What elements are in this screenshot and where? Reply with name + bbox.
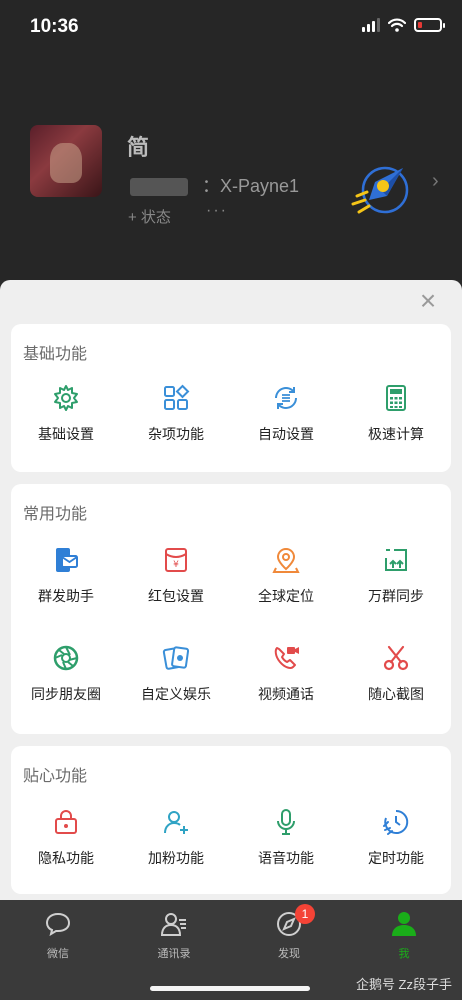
tab-label: 微信 bbox=[47, 948, 69, 960]
feature-timer[interactable]: 定时功能 bbox=[341, 796, 451, 894]
feature-label: 基础设置 bbox=[38, 426, 94, 442]
feature-label: 杂项功能 bbox=[148, 426, 204, 442]
scissors-icon bbox=[383, 645, 409, 671]
map-pin-icon bbox=[272, 547, 300, 573]
feature-red-packet[interactable]: ¥ 红包设置 bbox=[121, 534, 231, 632]
home-indicator[interactable] bbox=[150, 986, 310, 991]
feature-label: 自定义娱乐 bbox=[141, 686, 211, 702]
status-time: 10:36 bbox=[30, 16, 79, 37]
sync-upload-icon bbox=[385, 549, 407, 571]
feature-label: 定时功能 bbox=[368, 850, 424, 866]
signal-icon bbox=[362, 18, 380, 32]
feature-mass-send[interactable]: 群发助手 bbox=[11, 534, 121, 632]
feature-screenshot[interactable]: 随心截图 bbox=[341, 632, 451, 730]
feature-custom-entertainment[interactable]: 自定义娱乐 bbox=[121, 632, 231, 730]
status-button[interactable]: + 状态 bbox=[128, 206, 171, 227]
feature-label: 红包设置 bbox=[148, 588, 204, 604]
tab-label: 发现 bbox=[278, 948, 300, 960]
feature-label: 隐私功能 bbox=[38, 850, 94, 866]
avatar[interactable] bbox=[30, 125, 102, 197]
feature-auto-settings[interactable]: 自动设置 bbox=[231, 372, 341, 470]
contacts-icon bbox=[160, 913, 186, 936]
feature-video-call[interactable]: 视频通话 bbox=[231, 632, 341, 730]
section-title: 基础功能 bbox=[23, 346, 88, 363]
battery-icon bbox=[414, 18, 445, 32]
feature-calculator[interactable]: 极速计算 bbox=[341, 372, 451, 470]
feature-label: 全球定位 bbox=[258, 588, 314, 604]
feature-misc[interactable]: 杂项功能 bbox=[121, 372, 231, 470]
status-bar: 10:36 bbox=[0, 0, 462, 54]
aperture-icon bbox=[53, 645, 79, 671]
profile-background: 10:36 简 ：X-Payne1 + 状态 ··· › bbox=[0, 0, 462, 280]
watermark: 企鹅号 Zz段子手 bbox=[355, 977, 452, 992]
feature-privacy[interactable]: 隐私功能 bbox=[11, 796, 121, 894]
feature-label: 自动设置 bbox=[258, 426, 314, 442]
chevron-right-icon[interactable]: › bbox=[432, 170, 439, 193]
section-title: 常用功能 bbox=[23, 506, 88, 523]
microphone-icon bbox=[277, 809, 295, 835]
id-redaction bbox=[130, 178, 188, 196]
feature-label: 加粉功能 bbox=[148, 850, 204, 866]
lock-icon bbox=[55, 810, 77, 834]
feature-label: 群发助手 bbox=[38, 588, 94, 604]
chat-icon bbox=[45, 912, 71, 937]
wifi-icon bbox=[388, 18, 406, 32]
feature-label: 万群同步 bbox=[368, 588, 424, 604]
tab-wechat[interactable]: 微信 bbox=[18, 910, 98, 961]
feature-label: 语音功能 bbox=[258, 850, 314, 866]
gear-icon bbox=[54, 385, 78, 411]
feature-group-sync[interactable]: 万群同步 bbox=[341, 534, 451, 632]
feature-label: 极速计算 bbox=[368, 426, 424, 442]
status-icons bbox=[362, 18, 445, 32]
feature-label: 同步朋友圈 bbox=[31, 686, 101, 702]
feature-add-fans[interactable]: 加粉功能 bbox=[121, 796, 231, 894]
cards-icon bbox=[162, 646, 190, 670]
profile-name: 简 bbox=[127, 135, 150, 160]
more-icon[interactable]: ··· bbox=[206, 202, 228, 220]
section-title: 贴心功能 bbox=[23, 768, 88, 785]
close-icon[interactable]: × bbox=[414, 287, 442, 316]
section-basic: 基础功能 基础设置 杂项功能 自动设置 极速计算 bbox=[11, 324, 451, 472]
rocket-icon[interactable] bbox=[345, 160, 413, 228]
tab-label: 我 bbox=[398, 948, 410, 960]
tab-me[interactable]: 我 bbox=[364, 910, 444, 961]
feature-voice[interactable]: 语音功能 bbox=[231, 796, 341, 894]
tab-contacts[interactable]: 通讯录 bbox=[134, 910, 214, 961]
calculator-icon bbox=[386, 385, 406, 411]
tab-label: 通讯录 bbox=[157, 948, 191, 960]
svg-text:¥: ¥ bbox=[173, 560, 179, 570]
feature-sheet: × 基础功能 基础设置 杂项功能 自动设置 极速计算 常用功能 群发助手 ¥ 红… bbox=[0, 280, 462, 900]
timer-icon bbox=[383, 809, 409, 835]
feature-sync-moments[interactable]: 同步朋友圈 bbox=[11, 632, 121, 730]
section-common: 常用功能 群发助手 ¥ 红包设置 全球定位 万群同步 同步朋友圈 自定义娱乐 视… bbox=[11, 484, 451, 734]
feature-global-location[interactable]: 全球定位 bbox=[231, 534, 341, 632]
profile-id: ：X-Payne1 bbox=[202, 176, 300, 196]
add-user-icon bbox=[164, 811, 188, 834]
section-considerate: 贴心功能 隐私功能 加粉功能 语音功能 定时功能 bbox=[11, 746, 451, 894]
feature-label: 随心截图 bbox=[368, 686, 424, 702]
person-icon bbox=[392, 912, 416, 936]
apps-icon bbox=[164, 384, 190, 410]
feature-basic-settings[interactable]: 基础设置 bbox=[11, 372, 121, 470]
video-call-icon bbox=[274, 647, 299, 669]
feature-label: 视频通话 bbox=[258, 686, 314, 702]
red-packet-icon: ¥ bbox=[165, 548, 187, 572]
phone-mail-icon bbox=[56, 548, 78, 572]
refresh-list-icon bbox=[275, 387, 297, 409]
tab-bar: 微信 通讯录 1 发现 我 企鹅号 Zz段子手 bbox=[0, 900, 462, 1000]
tab-discover[interactable]: 1 发现 bbox=[249, 904, 329, 961]
notification-badge: 1 bbox=[295, 904, 315, 924]
